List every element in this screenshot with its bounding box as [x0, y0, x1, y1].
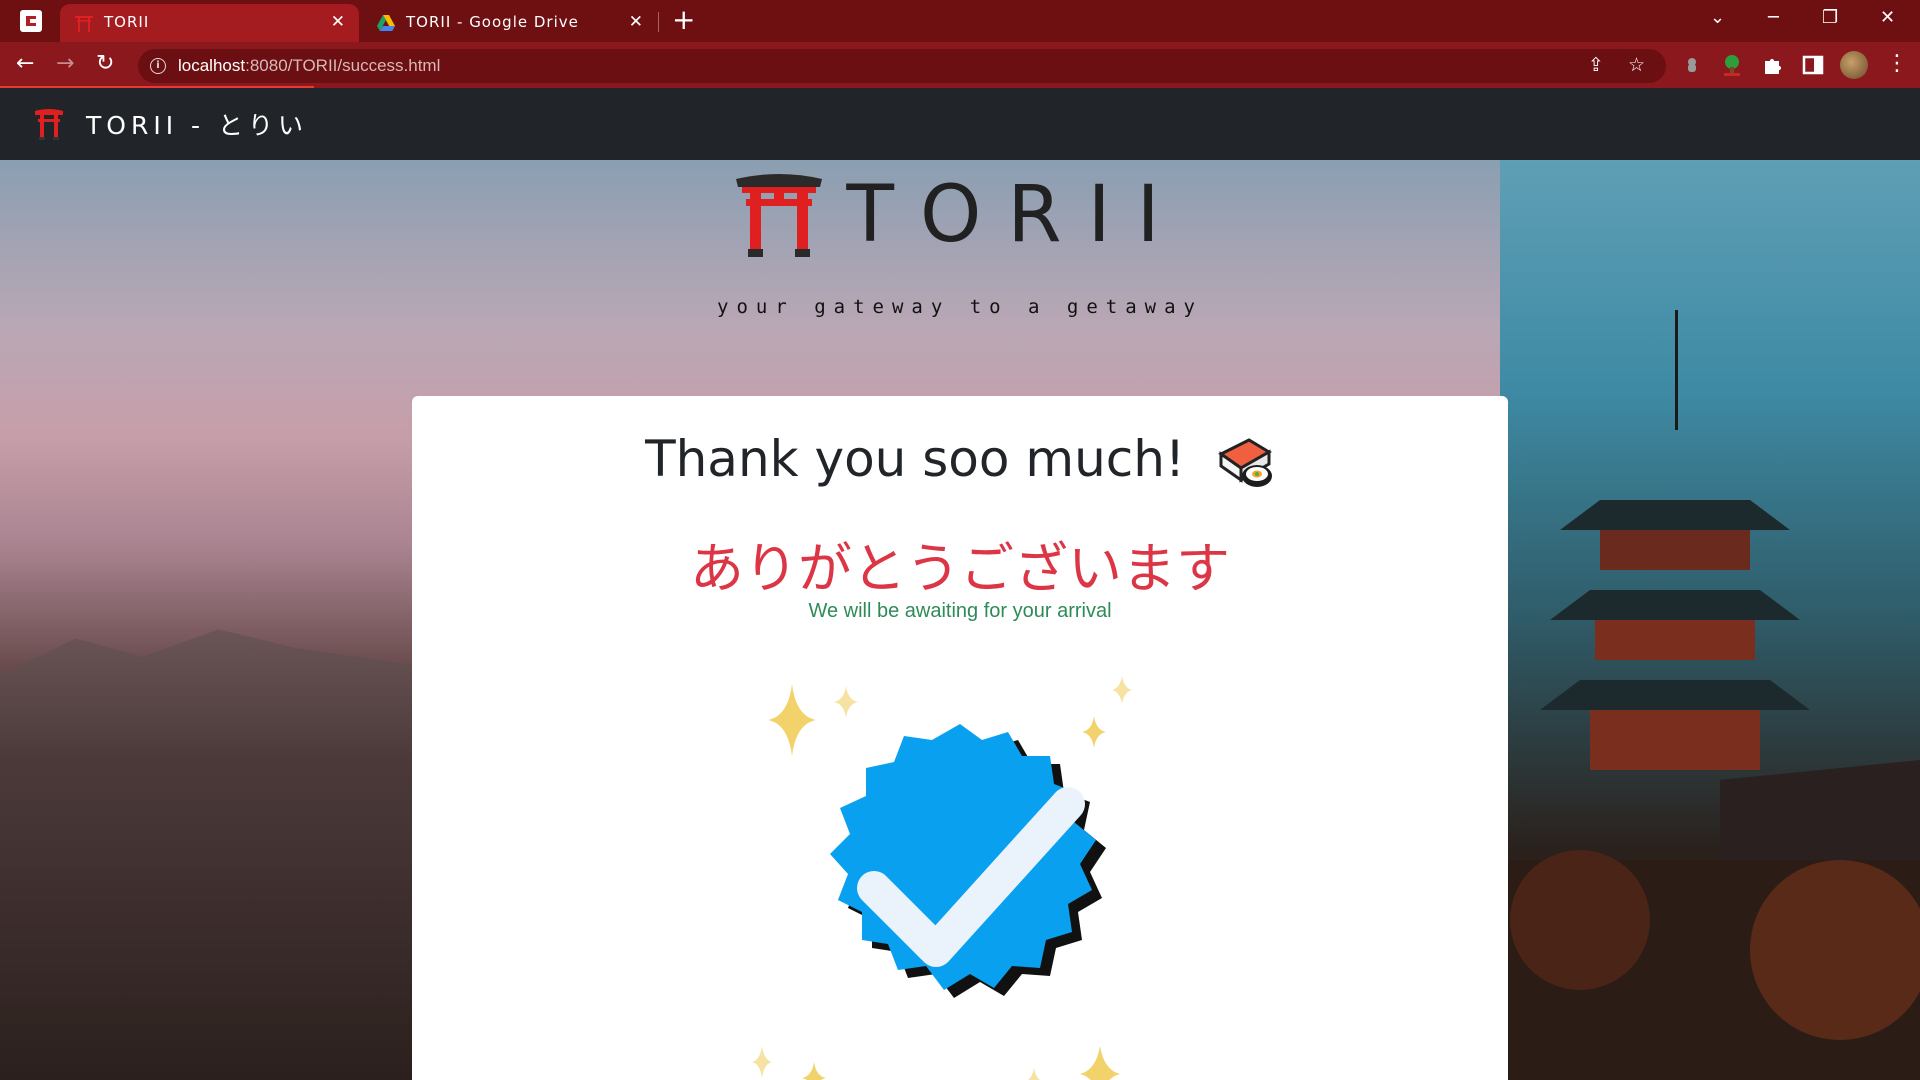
browser-app-icon[interactable]: [20, 10, 42, 32]
forward-icon[interactable]: →: [56, 52, 74, 76]
minimize-icon[interactable]: ─: [1768, 6, 1779, 30]
tab-title: TORII - Google Drive: [406, 13, 579, 31]
navbar-brand-text: TORII - とりい: [86, 111, 308, 140]
site-info-icon[interactable]: i: [150, 58, 166, 74]
extensions-puzzle-icon[interactable]: [1762, 54, 1784, 76]
profile-avatar[interactable]: [1840, 51, 1868, 79]
tab-torii[interactable]: TORII ✕: [60, 4, 359, 42]
hero-logo: TORII: [0, 170, 1920, 263]
success-card: Thank you soo much! ありがとうございます We will b…: [412, 396, 1508, 1080]
arrival-message: We will be awaiting for your arrival: [808, 600, 1112, 622]
thank-you-heading: Thank you soo much!: [412, 430, 1508, 492]
hero-background: TORII your gateway to a getaway Thank yo…: [0, 160, 1920, 1080]
side-panel-icon[interactable]: [1802, 54, 1824, 76]
tab-separator: [658, 12, 659, 32]
japanese-thanks: ありがとうございます: [690, 537, 1230, 600]
address-bar[interactable]: i localhost:8080/TORII/success.html ⇪ ☆: [138, 49, 1666, 83]
chrome-menu-icon[interactable]: ⋮: [1886, 52, 1908, 76]
torii-gate-icon: [75, 16, 93, 32]
hero-tagline: your gateway to a getaway: [717, 296, 1203, 318]
tab-close-icon[interactable]: ✕: [331, 12, 345, 32]
browser-toolbar: ← → ↻ i localhost:8080/TORII/success.htm…: [0, 42, 1920, 88]
site-navbar: TORII - とりい: [0, 88, 1920, 160]
hero-logo-text: TORII: [846, 170, 1186, 260]
google-drive-icon: [377, 15, 395, 31]
restore-icon[interactable]: ❐: [1822, 6, 1838, 30]
tab-title: TORII: [104, 13, 150, 31]
sushi-icon: [1217, 437, 1272, 487]
verified-badge: [752, 676, 1172, 1080]
close-window-icon[interactable]: ✕: [1880, 6, 1895, 30]
extension-grey-icon[interactable]: [1682, 54, 1702, 76]
new-tab-icon[interactable]: +: [672, 6, 695, 34]
url-text[interactable]: localhost:8080/TORII/success.html: [178, 56, 440, 76]
browser-tab-strip: TORII ✕ TORII - Google Drive ✕ + ⌄ ─ ❐ ✕: [0, 0, 1920, 42]
bookmark-star-icon[interactable]: ☆: [1628, 54, 1645, 76]
reload-icon[interactable]: ↻: [96, 52, 114, 76]
torii-gate-icon: [35, 109, 63, 140]
back-icon[interactable]: ←: [16, 52, 34, 76]
thank-you-text: Thank you soo much!: [645, 430, 1185, 488]
city-mountain-scenery: [0, 629, 420, 1080]
share-icon[interactable]: ⇪: [1588, 54, 1604, 76]
torii-gate-icon: [736, 174, 823, 257]
tab-close-icon[interactable]: ✕: [629, 12, 643, 32]
tab-google-drive[interactable]: TORII - Google Drive ✕: [362, 4, 657, 42]
tab-search-chevron-icon[interactable]: ⌄: [1710, 6, 1725, 30]
navbar-brand[interactable]: TORII - とりい: [34, 106, 308, 142]
extension-tree-icon[interactable]: [1720, 53, 1744, 77]
verified-check-icon: [752, 676, 1132, 1080]
web-page: TORII - とりい TORII your gateway to a geta…: [0, 88, 1920, 1080]
